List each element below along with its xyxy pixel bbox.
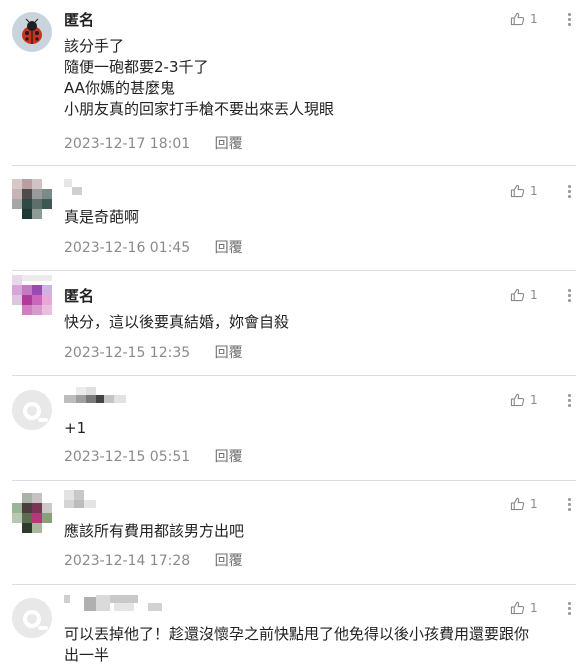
comment: 匿名 該分手了 隨便一砲都要2-3千了 AA你媽的甚麼鬼 小朋友真的回家打手槍不… xyxy=(0,0,584,165)
comment-meta: 2023-12-16 01:45 回覆 xyxy=(64,237,243,257)
comment-body: 可以丟掉他了！趁還沒懷孕之前快點甩了他免得以後小孩費用還要跟你 出一半 xyxy=(64,624,564,666)
timestamp: 2023-12-14 17:28 xyxy=(64,553,191,569)
comment-body: 真是奇葩啊 xyxy=(64,207,564,228)
thumbs-up-icon xyxy=(510,601,525,615)
thumbs-up-icon xyxy=(510,497,525,511)
avatar[interactable] xyxy=(12,598,52,638)
comment-line: 真是奇葩啊 xyxy=(64,208,140,226)
author-name-redacted xyxy=(64,387,136,403)
more-options-icon[interactable] xyxy=(564,599,574,617)
more-options-icon[interactable] xyxy=(564,391,574,409)
like-count: 1 xyxy=(530,393,538,407)
more-options-icon[interactable] xyxy=(564,182,574,200)
thumbs-up-icon xyxy=(510,288,525,302)
comment-meta: 2023-12-14 17:28 回覆 xyxy=(64,550,243,570)
author-name-redacted xyxy=(64,595,174,611)
default-user-icon xyxy=(12,598,52,638)
like-count: 1 xyxy=(530,12,538,26)
comment-line: 可以丟掉他了！趁還沒懷孕之前快點甩了他免得以後小孩費用還要跟你 xyxy=(64,625,530,643)
thumbs-up-icon xyxy=(510,184,525,198)
like-count: 1 xyxy=(530,288,538,302)
reply-button[interactable]: 回覆 xyxy=(215,136,243,152)
timestamp: 2023-12-15 12:35 xyxy=(64,345,191,361)
comment-body: 該分手了 隨便一砲都要2-3千了 AA你媽的甚麼鬼 小朋友真的回家打手槍不要出來… xyxy=(64,36,564,120)
ladybug-icon xyxy=(22,18,42,44)
timestamp: 2023-12-17 18:01 xyxy=(64,136,191,152)
like-button[interactable]: 1 xyxy=(510,10,550,28)
like-button[interactable]: 1 xyxy=(510,182,550,200)
like-count: 1 xyxy=(530,497,538,511)
comment-line: 應該所有費用都該男方出吧 xyxy=(64,522,245,540)
comment-line: 該分手了 xyxy=(64,37,125,55)
timestamp: 2023-12-16 01:45 xyxy=(64,240,191,256)
comment: 可以丟掉他了！趁還沒懷孕之前快點甩了他免得以後小孩費用還要跟你 出一半 1 xyxy=(0,585,584,672)
avatar[interactable] xyxy=(12,493,52,533)
avatar[interactable] xyxy=(12,390,52,430)
avatar[interactable] xyxy=(12,12,52,52)
comment: 真是奇葩啊 2023-12-16 01:45 回覆 1 xyxy=(0,166,584,270)
avatar[interactable] xyxy=(12,275,52,315)
comment-meta: 2023-12-15 05:51 回覆 xyxy=(64,446,243,466)
comment-line: 小朋友真的回家打手槍不要出來丟人現眼 xyxy=(64,100,335,118)
comment-meta: 2023-12-17 18:01 回覆 xyxy=(64,133,243,153)
comment-body: 快分，這以後要真結婚，妳會自殺 xyxy=(64,312,564,333)
like-button[interactable]: 1 xyxy=(510,495,550,513)
comment-line: 快分，這以後要真結婚，妳會自殺 xyxy=(64,313,290,331)
more-options-icon[interactable] xyxy=(564,495,574,513)
comment: 匿名 快分，這以後要真結婚，妳會自殺 2023-12-15 12:35 回覆 1 xyxy=(0,271,584,375)
author-name-redacted xyxy=(64,490,104,508)
comment-meta: 2023-12-15 12:35 回覆 xyxy=(64,342,243,362)
reply-button[interactable]: 回覆 xyxy=(215,449,243,465)
like-count: 1 xyxy=(530,184,538,198)
like-button[interactable]: 1 xyxy=(510,599,550,617)
comment-body: 應該所有費用都該男方出吧 xyxy=(64,521,564,542)
more-options-icon[interactable] xyxy=(564,10,574,28)
timestamp: 2023-12-15 05:51 xyxy=(64,449,191,465)
default-user-icon xyxy=(12,390,52,430)
author-name[interactable]: 匿名 xyxy=(64,9,94,30)
reply-button[interactable]: 回覆 xyxy=(215,240,243,256)
author-name[interactable]: 匿名 xyxy=(64,285,94,306)
comment-body: +1 xyxy=(64,418,564,439)
like-button[interactable]: 1 xyxy=(510,286,550,304)
comment: +1 2023-12-15 05:51 回覆 1 xyxy=(0,376,584,480)
thumbs-up-icon xyxy=(510,393,525,407)
comment: 應該所有費用都該男方出吧 2023-12-14 17:28 回覆 1 xyxy=(0,481,584,584)
author-name-redacted xyxy=(64,179,88,195)
comment-line: AA你媽的甚麼鬼 xyxy=(64,79,175,97)
comment-line: +1 xyxy=(64,419,87,437)
comment-line: 出一半 xyxy=(64,646,110,664)
like-button[interactable]: 1 xyxy=(510,391,550,409)
reply-button[interactable]: 回覆 xyxy=(215,345,243,361)
more-options-icon[interactable] xyxy=(564,286,574,304)
thumbs-up-icon xyxy=(510,12,525,26)
like-count: 1 xyxy=(530,601,538,615)
reply-button[interactable]: 回覆 xyxy=(215,553,243,569)
avatar[interactable] xyxy=(12,179,52,219)
comment-line: 隨便一砲都要2-3千了 xyxy=(64,58,209,76)
